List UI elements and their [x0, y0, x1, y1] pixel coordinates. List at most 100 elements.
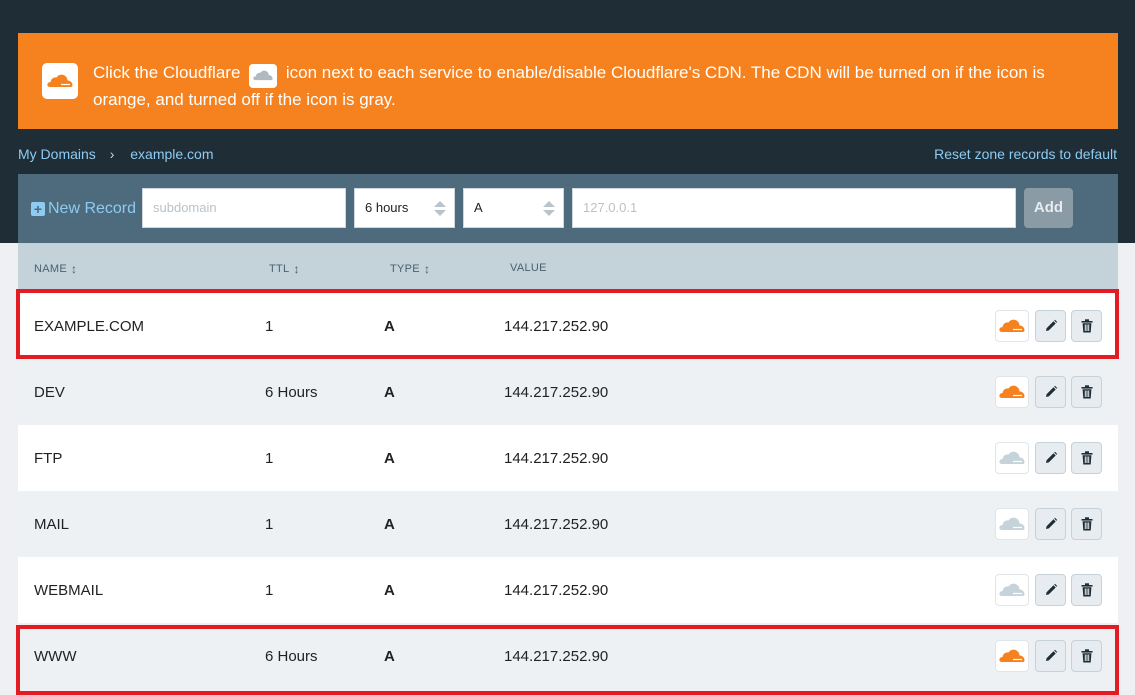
delete-record-button[interactable] [1071, 310, 1102, 342]
edit-record-button[interactable] [1035, 442, 1066, 474]
column-header-value: VALUE [510, 262, 547, 274]
cdn-toggle-button[interactable] [995, 442, 1029, 474]
cloud-icon [999, 319, 1025, 332]
record-value: 144.217.252.90 [504, 516, 609, 533]
record-ttl: 1 [265, 450, 274, 467]
edit-record-button[interactable] [1035, 310, 1066, 342]
table-row: WWW 6 Hours A 144.217.252.90 [18, 623, 1118, 689]
new-record-bar: + New Record subdomain 6 hours A 127.0.0… [18, 174, 1118, 243]
cloud-icon [999, 649, 1025, 662]
trash-icon [1081, 451, 1092, 465]
column-header-ttl-label: TTL [269, 263, 290, 275]
cloud-icon [999, 583, 1025, 596]
breadcrumb-separator: › [109, 146, 115, 162]
record-name: WEBMAIL [34, 582, 104, 599]
pencil-icon [1045, 451, 1057, 463]
record-ttl: 6 Hours [265, 648, 318, 665]
record-ttl: 1 [265, 582, 274, 599]
ttl-select-value: 6 hours [365, 200, 409, 215]
pencil-icon [1045, 649, 1057, 661]
delete-record-button[interactable] [1071, 376, 1102, 408]
record-value: 144.217.252.90 [504, 384, 609, 401]
record-name: WWW [34, 648, 77, 665]
record-type: A [384, 384, 395, 401]
pencil-icon [1045, 583, 1057, 595]
table-row: MAIL 1 A 144.217.252.90 [18, 491, 1118, 557]
type-select-value: A [474, 200, 483, 215]
record-ttl: 1 [265, 516, 274, 533]
value-input[interactable]: 127.0.0.1 [572, 188, 1016, 228]
column-header-ttl[interactable]: TTL ↕ [269, 262, 300, 276]
breadcrumb-current-domain: example.com [130, 146, 214, 162]
edit-record-button[interactable] [1035, 376, 1066, 408]
record-type: A [384, 318, 395, 335]
column-header-name[interactable]: NAME ↕ [34, 262, 77, 276]
cdn-toggle-button[interactable] [995, 310, 1029, 342]
pencil-icon [1045, 517, 1057, 529]
record-value: 144.217.252.90 [504, 318, 609, 335]
record-name: FTP [34, 450, 63, 467]
record-type: A [384, 516, 395, 533]
table-row: FTP 1 A 144.217.252.90 [18, 425, 1118, 491]
new-record-button[interactable]: + New Record [31, 200, 136, 218]
cloud-icon [999, 451, 1025, 464]
trash-icon [1081, 385, 1092, 399]
cdn-toggle-button[interactable] [995, 640, 1029, 672]
record-name: MAIL [34, 516, 70, 533]
breadcrumb: My Domains › example.com [18, 146, 214, 162]
column-header-value-label: VALUE [510, 262, 547, 274]
sort-icon: ↕ [423, 262, 431, 276]
reset-zone-records-link[interactable]: Reset zone records to default [934, 146, 1117, 162]
table-row: EXAMPLE.COM 1 A 144.217.252.90 [18, 293, 1118, 359]
records-table-header: NAME ↕ TTL ↕ TYPE ↕ VALUE [18, 243, 1118, 293]
sort-icon: ↕ [293, 262, 300, 276]
record-type: A [384, 648, 395, 665]
pencil-icon [1045, 385, 1057, 397]
add-record-button[interactable]: Add [1024, 188, 1073, 228]
plus-icon: + [31, 202, 45, 216]
type-select[interactable]: A [463, 188, 564, 228]
trash-icon [1081, 583, 1092, 597]
sort-icon: ↕ [70, 262, 78, 276]
cdn-toggle-button[interactable] [995, 574, 1029, 606]
record-ttl: 1 [265, 318, 274, 335]
cdn-toggle-button[interactable] [995, 376, 1029, 408]
cloud-icon [999, 517, 1025, 530]
delete-record-button[interactable] [1071, 442, 1102, 474]
record-value: 144.217.252.90 [504, 648, 609, 665]
trash-icon [1081, 517, 1092, 531]
breadcrumb-my-domains[interactable]: My Domains [18, 146, 96, 162]
cloud-icon [249, 63, 278, 88]
record-type: A [384, 450, 395, 467]
select-arrows-icon [543, 201, 555, 217]
delete-record-button[interactable] [1071, 508, 1102, 540]
record-ttl: 6 Hours [265, 384, 318, 401]
cdn-info-banner: Click the Cloudflare icon next to each s… [18, 33, 1118, 129]
ttl-select[interactable]: 6 hours [354, 188, 455, 228]
new-record-label: New Record [48, 200, 137, 217]
edit-record-button[interactable] [1035, 574, 1066, 606]
select-arrows-icon [434, 201, 446, 217]
trash-icon [1081, 319, 1092, 333]
delete-record-button[interactable] [1071, 574, 1102, 606]
column-header-type-label: TYPE [390, 263, 420, 275]
delete-record-button[interactable] [1071, 640, 1102, 672]
cdn-toggle-button[interactable] [995, 508, 1029, 540]
record-name: EXAMPLE.COM [34, 318, 145, 335]
cloud-icon [999, 385, 1025, 398]
column-header-name-label: NAME [34, 263, 67, 275]
trash-icon [1081, 649, 1092, 663]
record-value: 144.217.252.90 [504, 450, 609, 467]
banner-text-start: Click the Cloudflare [93, 63, 241, 82]
table-row: DEV 6 Hours A 144.217.252.90 [18, 359, 1118, 425]
record-name: DEV [34, 384, 65, 401]
cloudflare-logo-icon [42, 63, 78, 99]
subdomain-input[interactable]: subdomain [142, 188, 346, 228]
record-value: 144.217.252.90 [504, 582, 609, 599]
table-row: WEBMAIL 1 A 144.217.252.90 [18, 557, 1118, 623]
record-type: A [384, 582, 395, 599]
edit-record-button[interactable] [1035, 508, 1066, 540]
column-header-type[interactable]: TYPE ↕ [390, 262, 430, 276]
pencil-icon [1045, 319, 1057, 331]
edit-record-button[interactable] [1035, 640, 1066, 672]
